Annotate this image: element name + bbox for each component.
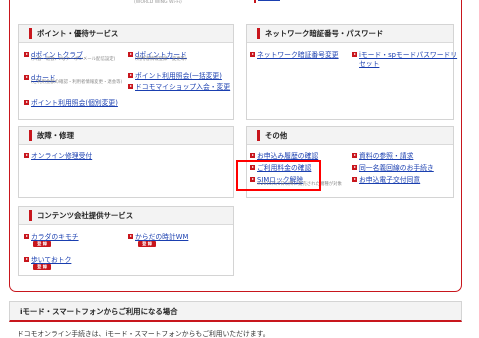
link-documents-request[interactable]: 資料の参照・請求 (352, 150, 413, 160)
register-button[interactable]: 登 録 (138, 241, 156, 247)
link-note: (ご利用金額の確認・利用者情報変更・退会等) (31, 80, 123, 85)
points-panel-title: ポイント・優待サービス (19, 25, 233, 43)
arrow-icon (352, 152, 357, 158)
link-e-delivery-consent[interactable]: お申込電子交付同意 (352, 174, 420, 184)
imode-section-text: ドコモオンライン手続きは、iモード・スマートフォンからもご利用いただけます。 (17, 330, 270, 338)
other-panel-title: その他 (247, 127, 453, 145)
arrow-icon (24, 74, 29, 80)
arrow-icon (24, 233, 29, 239)
link-password-reset-cont[interactable]: セット (359, 58, 379, 68)
arrow-icon (128, 83, 133, 89)
arrow-icon (24, 256, 29, 262)
arrow-icon (24, 152, 29, 158)
link-docomo-myshop[interactable]: ドコモマイショップ入会・変更 (128, 81, 230, 91)
arrow-icon (128, 233, 133, 239)
arrow-icon (24, 51, 29, 57)
wifi-note: (WORLD WING Wi-Fi) (134, 0, 182, 5)
link-point-usage-individual[interactable]: ポイント利用照会(個別変更) (24, 97, 118, 107)
link-label: ポイント利用照会(一括変更) (135, 72, 222, 80)
sim-unlock-highlight-box (236, 160, 321, 191)
link-label: 資料の参照・請求 (359, 152, 414, 160)
arrow-icon (352, 51, 357, 57)
register-button[interactable]: 登 録 (33, 264, 51, 270)
link-label: ネットワーク暗証番号変更 (257, 51, 339, 59)
arrow-icon (24, 99, 29, 105)
link-network-pin-change[interactable]: ネットワーク暗証番号変更 (250, 49, 339, 59)
arrow-icon (352, 164, 357, 170)
link-label: 同一名義回線のお手続き (359, 164, 434, 172)
network-panel-title: ネットワーク暗証番号・パスワード (247, 25, 453, 43)
repair-panel-title: 故障・修理 (19, 127, 233, 145)
network-panel: ネットワーク暗証番号・パスワード (246, 24, 454, 120)
top-link-marker (254, 0, 256, 3)
link-note: (入会・退会、Myクーポンメール配信設定) (31, 57, 116, 62)
link-karada-no-tokei[interactable]: からだの時計WM (128, 231, 188, 241)
link-label: お申込電子交付同意 (359, 176, 421, 184)
link-label: お申込み履歴の確認 (257, 152, 319, 160)
link-label: 歩いておトク (31, 256, 72, 264)
content-panel-title: コンテンツ会社提供サービス (19, 207, 233, 225)
arrow-icon (352, 176, 357, 182)
arrow-icon (128, 51, 133, 57)
link-label: カラダのキモチ (31, 233, 79, 241)
link-label: オンライン修理受付 (31, 152, 93, 160)
link-label: ポイント利用照会(個別変更) (31, 99, 118, 107)
link-note: (利用者情報登録・変更等) (135, 57, 187, 62)
link-aruite-otoku[interactable]: 歩いておトク (24, 254, 71, 264)
link-application-history[interactable]: お申込み履歴の確認 (250, 150, 318, 160)
top-link-underline[interactable] (258, 0, 280, 1)
link-label: ドコモマイショップ入会・変更 (135, 83, 231, 91)
repair-panel: 故障・修理 (18, 126, 234, 198)
arrow-icon (250, 152, 255, 158)
imode-section-header: iモード・スマートフォンからご利用になる場合 (9, 301, 462, 322)
link-same-name-lines[interactable]: 同一名義回線のお手続き (352, 162, 434, 172)
link-karada-no-kimochi[interactable]: カラダのキモチ (24, 231, 79, 241)
link-online-repair[interactable]: オンライン修理受付 (24, 150, 92, 160)
arrow-icon (128, 72, 133, 78)
link-label: セット (359, 60, 380, 68)
register-button[interactable]: 登 録 (33, 241, 51, 247)
link-point-usage-bulk[interactable]: ポイント利用照会(一括変更) (128, 70, 222, 80)
link-label: からだの時計WM (135, 233, 189, 241)
arrow-icon (250, 51, 255, 57)
